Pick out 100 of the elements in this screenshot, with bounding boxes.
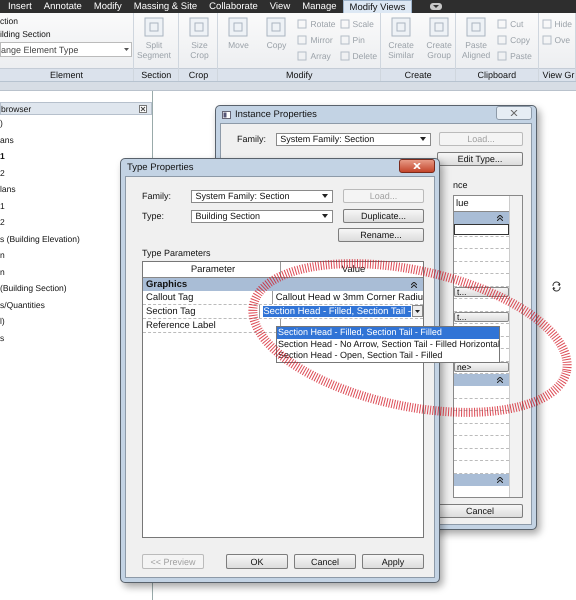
square-icon — [340, 51, 350, 61]
ribbon-tab[interactable]: Manage — [296, 0, 343, 13]
square-icon — [265, 16, 288, 38]
parameter-name: Callout Tag — [146, 292, 194, 303]
square-icon — [297, 35, 308, 45]
type-parameters-label: Type Parameters — [142, 248, 212, 258]
close-button[interactable] — [399, 158, 435, 172]
browser-item[interactable]: s (Building Elevation) — [0, 234, 80, 244]
caret-icon — [124, 48, 129, 51]
panel-title: Clipboard — [456, 68, 538, 81]
ribbon-tab[interactable]: Modify Views — [342, 0, 412, 13]
close-icon — [510, 110, 518, 116]
type-dropdown[interactable]: Building Section — [191, 210, 334, 222]
browser-item[interactable]: 1 — [0, 151, 5, 161]
parameter-name: Section Tag — [146, 306, 196, 317]
square-icon — [542, 35, 552, 45]
panel-title: Modify — [218, 68, 380, 81]
rotate-icon[interactable] — [551, 281, 562, 292]
square-icon — [497, 35, 508, 45]
browser-item[interactable]: l) — [0, 316, 5, 326]
browser-item[interactable]: n — [0, 250, 5, 260]
dialog-button[interactable]: Cancel — [294, 554, 356, 569]
square-icon — [227, 16, 250, 38]
row-button[interactable]: t... — [454, 312, 509, 322]
element-label: ction — [0, 16, 19, 26]
browser-item[interactable]: 2 — [0, 168, 5, 178]
chevron-icon — [497, 377, 503, 383]
square-icon — [297, 19, 308, 29]
browser-item[interactable]: lans — [0, 184, 16, 194]
parameter-name: Reference Label — [146, 320, 216, 331]
type-label: Type: — [142, 211, 166, 221]
square-icon — [497, 51, 508, 61]
ribbon-tab[interactable]: Modify — [88, 0, 128, 13]
dialog-button[interactable]: Apply — [362, 554, 424, 569]
square-icon — [390, 16, 412, 38]
panel-title: View Gr — [538, 68, 575, 81]
column-header: Value — [340, 263, 366, 277]
ribbon-tab[interactable]: Insert — [2, 0, 38, 13]
square-icon — [297, 51, 308, 61]
chevron-icon — [497, 215, 503, 221]
browser-item[interactable]: 1 — [0, 200, 5, 210]
chevron-icon — [497, 476, 503, 482]
close-icon[interactable] — [139, 104, 147, 112]
square-icon — [188, 16, 210, 38]
window-icon — [222, 110, 231, 118]
square-icon — [542, 19, 552, 29]
browser-item[interactable]: s/Quantities — [0, 300, 45, 310]
element-type-dropdown[interactable]: ange Element Type — [0, 42, 132, 57]
browser-item[interactable]: ans — [0, 134, 14, 144]
dropdown-button[interactable] — [412, 305, 423, 317]
browser-item[interactable]: 2 — [0, 217, 5, 227]
family-dropdown[interactable]: System Family: Section — [191, 190, 334, 202]
square-icon — [465, 16, 488, 38]
edit-type-button[interactable]: Edit Type... — [437, 152, 523, 166]
browser-title: browser — [1, 104, 32, 114]
caret-icon — [415, 310, 420, 312]
close-icon — [413, 162, 421, 168]
ribbon-tab[interactable]: View — [264, 0, 296, 13]
ribbon-tab[interactable]: Massing & Site — [128, 0, 204, 13]
dialog-button[interactable]: OK — [226, 554, 288, 569]
cancel-button[interactable]: Cancel — [437, 504, 523, 518]
group-header[interactable] — [454, 212, 509, 224]
browser-item[interactable]: n — [0, 266, 5, 276]
window-title: Type Properties — [127, 162, 194, 173]
square-icon — [497, 19, 508, 29]
duplicate-button[interactable]: Duplicate... — [343, 209, 424, 223]
element-label: ilding Section — [0, 29, 52, 39]
ribbon-tab[interactable]: Annotate — [38, 0, 88, 13]
square-icon — [340, 19, 350, 29]
toggle-icon[interactable] — [430, 3, 442, 10]
rename-button[interactable]: Rename... — [338, 228, 424, 242]
row-button[interactable]: ne> — [454, 362, 509, 372]
browser-item[interactable]: s — [0, 332, 4, 342]
close-button[interactable] — [496, 106, 532, 120]
square-icon — [428, 16, 450, 38]
square-icon — [143, 16, 165, 38]
panel-title: Crop — [179, 68, 218, 81]
group-header[interactable] — [454, 374, 509, 386]
panel-title: Section — [134, 68, 178, 81]
family-label: Family: — [142, 191, 172, 201]
browser-item[interactable]: (Building Section) — [0, 283, 67, 293]
caret-icon — [322, 194, 328, 198]
group-header[interactable]: Graphics — [143, 278, 423, 291]
caret-icon — [322, 214, 328, 218]
browser-item[interactable]: ) — [0, 118, 3, 128]
family-label: Family: — [237, 134, 267, 144]
window-title: Instance Properties — [235, 109, 317, 120]
parameter-value: Callout Head w 3mm Corner Radiu — [276, 292, 423, 303]
scrollbar[interactable] — [509, 196, 522, 497]
ribbon-tab[interactable]: Collaborate — [203, 0, 264, 13]
square-icon — [340, 35, 350, 45]
caret-icon — [420, 137, 426, 141]
panel-title: Element — [0, 68, 133, 81]
parameters-label: nce — [453, 180, 469, 192]
dropdown-option[interactable]: Section Head - Filled, Section Tail - Filled — [277, 327, 499, 338]
section-tag-dropdown[interactable]: Section Head - Filled, Section Tail - — [263, 306, 411, 316]
panel-title: Create — [381, 68, 456, 81]
family-dropdown[interactable]: System Family: Section — [276, 132, 431, 146]
column-header: Parameter — [143, 262, 281, 277]
group-header[interactable] — [454, 474, 509, 486]
